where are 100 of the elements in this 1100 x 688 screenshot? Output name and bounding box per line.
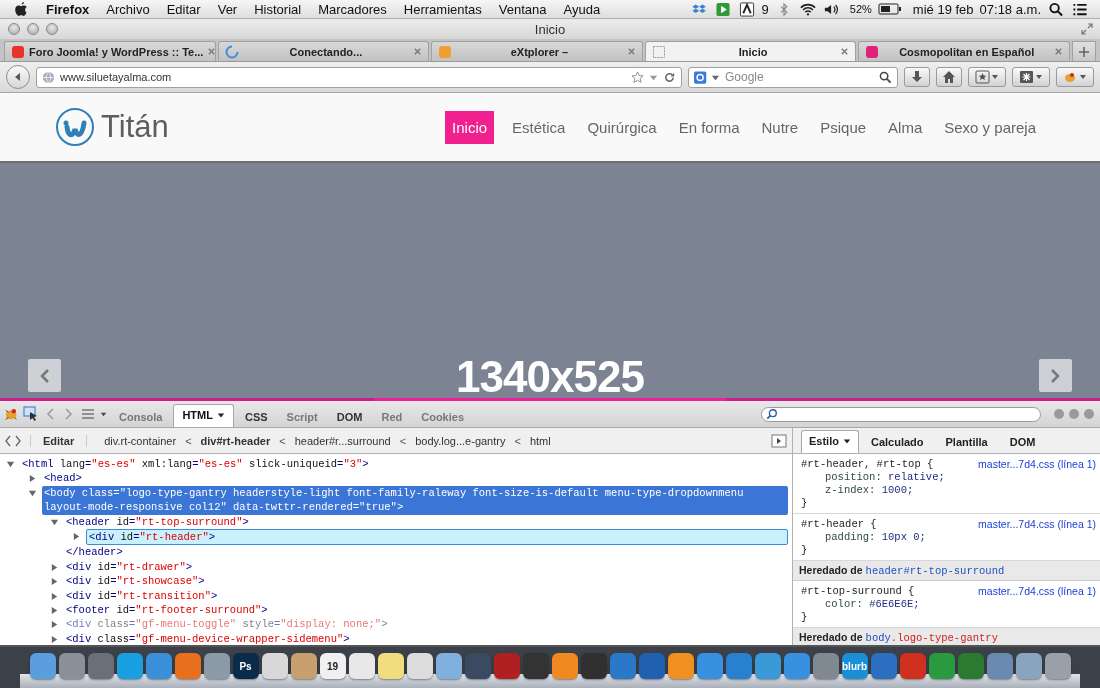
dock-app-icon[interactable]: [290, 653, 317, 679]
code-line[interactable]: <header id="rt-top-surround">: [64, 514, 788, 530]
dock-app-icon[interactable]: [348, 653, 375, 679]
side-panel-tab[interactable]: Calculado: [860, 432, 934, 453]
dock-app-icon[interactable]: [899, 653, 926, 679]
code-line[interactable]: <div class="gf-menu-device-wrapper-sidemenu">: [64, 631, 788, 645]
menu-date[interactable]: mié 19 feb: [912, 1, 974, 17]
dock-app-icon[interactable]: [1044, 653, 1071, 679]
dock-app-icon[interactable]: [812, 653, 839, 679]
css-property[interactable]: position: relative;: [801, 471, 1096, 484]
search-icon[interactable]: [1048, 1, 1064, 17]
dock-app-icon[interactable]: [957, 653, 984, 679]
dock-app-icon[interactable]: [754, 653, 781, 679]
devtools-search-field[interactable]: [761, 406, 1041, 422]
search-input[interactable]: Google: [723, 69, 876, 85]
dock-app-icon[interactable]: Ps: [232, 653, 259, 679]
inherited-element-link[interactable]: body.logo-type-gantry: [865, 632, 998, 644]
dock-app-icon[interactable]: [1015, 653, 1042, 679]
addon-button[interactable]: [1012, 67, 1050, 87]
new-tab-button[interactable]: [1071, 41, 1096, 61]
dock-app-icon[interactable]: [435, 653, 462, 679]
menu-item[interactable]: Editar: [166, 1, 201, 17]
download-button[interactable]: [904, 67, 930, 87]
code-line[interactable]: <div id="rt-drawer">: [64, 559, 788, 575]
breadcrumb-item[interactable]: div#rt-header: [200, 434, 271, 447]
dock-app-icon[interactable]: [609, 653, 636, 679]
inspect-icon[interactable]: [23, 406, 39, 422]
dock-app-icon[interactable]: [29, 653, 56, 679]
expand-toggle-icon[interactable]: [28, 488, 37, 498]
dock-app-icon[interactable]: [580, 653, 607, 679]
edit-button[interactable]: Editar: [30, 434, 88, 447]
browser-tab[interactable]: Foro Joomla! y WordPress :: Te...: [4, 41, 216, 61]
code-line[interactable]: <footer id="rt-footer-surround">: [64, 603, 788, 618]
apple-icon[interactable]: [14, 1, 28, 17]
dock-app-icon[interactable]: [986, 653, 1013, 679]
side-panel-tab[interactable]: Estilo: [801, 430, 859, 453]
site-nav-link[interactable]: Inicio: [445, 110, 495, 144]
browser-tab[interactable]: eXtplorer –: [431, 41, 643, 61]
expand-toggle-icon[interactable]: [50, 562, 59, 572]
site-nav-link[interactable]: En forma: [669, 110, 749, 144]
code-line[interactable]: <div id="rt-showcase">: [64, 574, 788, 589]
code-line[interactable]: <div class="gf-menu-toggle" style="display: none;">: [64, 617, 788, 632]
dock-app-icon[interactable]: [58, 653, 85, 679]
breadcrumb-item[interactable]: html: [529, 434, 551, 447]
close-tab-icon[interactable]: [1053, 47, 1063, 56]
app-menu[interactable]: Firefox: [46, 1, 90, 17]
css-property[interactable]: color: #6E6E6E;: [801, 598, 1096, 611]
side-panel-tab[interactable]: DOM: [999, 432, 1046, 453]
side-panel-icon[interactable]: [771, 432, 787, 449]
close-tab-icon[interactable]: [413, 47, 423, 56]
dock-app-icon[interactable]: 19: [319, 653, 346, 679]
dock-app-icon[interactable]: [696, 653, 723, 679]
close-window-button[interactable]: [8, 23, 20, 35]
expand-toggle-icon[interactable]: [72, 532, 81, 542]
dock-app-icon[interactable]: [667, 653, 694, 679]
dock-app-icon[interactable]: [261, 653, 288, 679]
wifi-icon[interactable]: [799, 1, 816, 17]
back-button[interactable]: [6, 65, 30, 89]
list-icon[interactable]: [1072, 1, 1088, 17]
breadcrumb-item[interactable]: body.log...e-gantry: [415, 434, 506, 447]
breadcrumb-item[interactable]: header#r...surround: [294, 434, 391, 447]
zoom-window-button[interactable]: [46, 23, 58, 35]
minimize-window-button[interactable]: [27, 23, 39, 35]
dock-app-icon[interactable]: [870, 653, 897, 679]
play-icon[interactable]: [714, 1, 731, 17]
dock-app-icon[interactable]: [87, 653, 114, 679]
menu-clock[interactable]: 07:18 a.m.: [979, 1, 1041, 17]
site-nav-link[interactable]: Nutre: [752, 110, 808, 144]
close-tab-icon[interactable]: [207, 47, 217, 56]
menu-item[interactable]: Archivo: [106, 1, 150, 17]
fullscreen-icon[interactable]: [1081, 23, 1093, 35]
expand-toggle-icon[interactable]: [50, 577, 59, 587]
site-nav-link[interactable]: Quirúrgica: [578, 110, 666, 144]
breadcrumb-item[interactable]: div.rt-container: [104, 434, 177, 447]
next-slide-button[interactable]: [1039, 359, 1072, 392]
site-nav-link[interactable]: Estética: [503, 110, 575, 144]
stylesheet-link[interactable]: master...7d4.css (línea 1): [978, 518, 1096, 531]
star-icon[interactable]: [631, 70, 644, 84]
browser-tab[interactable]: Inicio: [644, 41, 857, 61]
menu-item[interactable]: Historial: [254, 1, 302, 17]
code-line[interactable]: <html lang="es-es" xml:lang="es-es" slick-uniqueid="3">: [20, 457, 788, 472]
site-nav-link[interactable]: Alma: [879, 110, 932, 144]
close-tab-icon[interactable]: [840, 47, 850, 56]
dock-app-icon[interactable]: [174, 653, 201, 679]
expand-toggle-icon[interactable]: [50, 517, 59, 527]
dock-app-icon[interactable]: [638, 653, 665, 679]
css-property[interactable]: padding: 10px 0;: [801, 531, 1096, 544]
menu-item[interactable]: Herramientas: [403, 1, 482, 17]
code-line[interactable]: <div id="rt-transition">: [64, 588, 788, 604]
site-nav-link[interactable]: Psique: [811, 110, 876, 144]
close-tab-icon[interactable]: [626, 47, 636, 56]
search-field[interactable]: Google: [688, 66, 898, 88]
dock-app-icon[interactable]: [725, 653, 752, 679]
home-button[interactable]: [936, 67, 962, 87]
dock-app-icon[interactable]: [145, 653, 172, 679]
devtools-tab[interactable]: CSS: [236, 407, 276, 427]
side-panel-tab[interactable]: Plantilla: [935, 432, 998, 453]
dock-app-icon[interactable]: [522, 653, 549, 679]
previous-slide-button[interactable]: [28, 359, 61, 392]
expand-toggle-icon[interactable]: [50, 620, 59, 630]
